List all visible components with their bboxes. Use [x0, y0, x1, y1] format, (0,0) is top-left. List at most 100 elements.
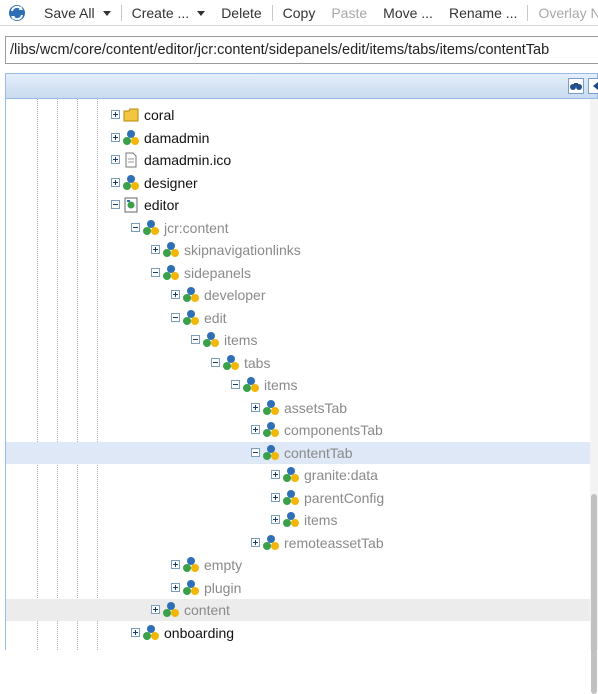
- tree-node-label[interactable]: editor: [144, 197, 179, 213]
- binoculars-icon[interactable]: [568, 78, 584, 94]
- scrollbar-thumb[interactable]: [591, 494, 597, 694]
- tree-node[interactable]: parentConfig: [6, 487, 598, 509]
- tree-node-label[interactable]: designer: [144, 175, 198, 191]
- create-button[interactable]: Create ...: [124, 1, 214, 25]
- file-icon: [122, 151, 140, 169]
- create-button-label: Create ...: [131, 4, 190, 21]
- tree-node-label[interactable]: items: [304, 512, 337, 528]
- tree-node[interactable]: contentTab: [6, 441, 598, 464]
- toolbar-items: Save All Create ... Delete Copy Paste Move ..…: [36, 1, 598, 25]
- expand-icon[interactable]: [251, 425, 260, 434]
- expand-icon[interactable]: [111, 177, 120, 187]
- tree-node-label[interactable]: developer: [204, 287, 266, 303]
- collapse-icon[interactable]: [111, 200, 120, 209]
- tree-node[interactable]: tabs: [6, 352, 598, 374]
- expand-icon[interactable]: [171, 560, 180, 569]
- chevron-down-icon[interactable]: [102, 11, 111, 17]
- tree-node[interactable]: edit: [6, 307, 598, 329]
- node-icon: [182, 286, 200, 304]
- tree-node[interactable]: items: [6, 374, 598, 396]
- tree-node-label[interactable]: items: [264, 377, 297, 393]
- tree-node[interactable]: damadmin.ico: [6, 149, 598, 171]
- tree-node-label[interactable]: damadmin.ico: [144, 152, 231, 168]
- paste-button[interactable]: Paste: [323, 1, 375, 25]
- tree-node-label[interactable]: coral: [144, 107, 174, 123]
- collapse-icon[interactable]: [171, 312, 180, 322]
- tree-node-label[interactable]: empty: [204, 557, 242, 573]
- node-icon: [182, 556, 200, 574]
- copy-button[interactable]: Copy: [275, 1, 324, 25]
- tree-node[interactable]: items: [6, 509, 598, 531]
- expand-icon[interactable]: [131, 627, 140, 637]
- tree-node[interactable]: plugin: [6, 577, 598, 599]
- delete-button[interactable]: Delete: [213, 1, 269, 25]
- tree-node-label[interactable]: componentsTab: [284, 422, 383, 438]
- tree-node-label[interactable]: onboarding: [164, 625, 234, 641]
- tree-node[interactable]: remoteassetTab: [6, 532, 598, 554]
- app-logo-icon[interactable]: [7, 3, 27, 23]
- node-icon: [262, 399, 280, 417]
- node-icon: [122, 174, 140, 192]
- tree-node-label[interactable]: jcr:content: [164, 220, 229, 236]
- tree-node-label[interactable]: damadmin: [144, 130, 209, 146]
- expand-icon[interactable]: [111, 155, 120, 164]
- node-icon: [122, 129, 140, 147]
- tree-node-label[interactable]: granite:data: [304, 467, 378, 483]
- collapse-icon[interactable]: [191, 335, 200, 344]
- tree-node[interactable]: content: [6, 599, 598, 621]
- tree-node-label[interactable]: edit: [204, 310, 227, 326]
- expand-icon[interactable]: [171, 290, 180, 299]
- tree-node[interactable]: sidepanels: [6, 262, 598, 284]
- tree-node[interactable]: jcr:content: [6, 217, 598, 239]
- tree-node[interactable]: editor: [6, 194, 598, 216]
- collapse-icon[interactable]: [131, 222, 140, 232]
- tree-node-label[interactable]: assetsTab: [284, 400, 347, 416]
- tree-node[interactable]: coral: [6, 104, 598, 126]
- tree-node-label[interactable]: sidepanels: [184, 265, 251, 281]
- collapse-icon[interactable]: [231, 380, 240, 389]
- expand-icon[interactable]: [251, 537, 260, 547]
- tree-node-label[interactable]: parentConfig: [304, 490, 384, 506]
- tree-node[interactable]: onboarding: [6, 622, 598, 644]
- expand-icon[interactable]: [271, 515, 280, 524]
- save-all-button[interactable]: Save All: [36, 1, 119, 25]
- tree-node-label[interactable]: content: [184, 602, 230, 618]
- tree-node[interactable]: componentsTab: [6, 419, 598, 441]
- tree-node[interactable]: designer: [6, 172, 598, 194]
- expand-icon[interactable]: [151, 245, 160, 254]
- node-icon: [222, 354, 240, 372]
- path-input[interactable]: [5, 36, 598, 64]
- tree-node-label[interactable]: skipnavigationlinks: [184, 242, 301, 258]
- tree-node[interactable]: damadmin: [6, 127, 598, 149]
- tree-node[interactable]: skipnavigationlinks: [6, 239, 598, 261]
- tree-node[interactable]: assetsTab: [6, 397, 598, 419]
- collapse-icon[interactable]: [251, 447, 260, 457]
- collapse-icon[interactable]: [151, 267, 160, 277]
- tree-node[interactable]: items: [6, 329, 598, 351]
- expand-icon[interactable]: [111, 132, 120, 142]
- chevron-down-icon[interactable]: [197, 11, 206, 17]
- collapse-icon[interactable]: [211, 357, 220, 367]
- tree-node-label[interactable]: plugin: [204, 580, 241, 596]
- toolbar-separator: [120, 4, 122, 21]
- tree-node[interactable]: granite:data: [6, 464, 598, 486]
- expand-icon[interactable]: [111, 110, 120, 119]
- tree-node-label[interactable]: items: [224, 332, 257, 348]
- page-icon: [122, 196, 140, 214]
- rename-button[interactable]: Rename ...: [441, 1, 525, 25]
- collapse-panel-icon[interactable]: [588, 78, 598, 94]
- tree-node[interactable]: empty: [6, 554, 598, 576]
- tree-node[interactable]: developer: [6, 284, 598, 306]
- tree-scrollbar[interactable]: [590, 99, 598, 694]
- tree-node-label[interactable]: contentTab: [284, 445, 353, 461]
- expand-icon[interactable]: [271, 470, 280, 479]
- toolbar-separator: [271, 4, 273, 21]
- tree-node-label[interactable]: remoteassetTab: [284, 535, 384, 551]
- expand-icon[interactable]: [271, 492, 280, 502]
- expand-icon[interactable]: [151, 605, 160, 614]
- tree-node-label[interactable]: tabs: [244, 355, 270, 371]
- overlay-node-button[interactable]: Overlay N: [530, 1, 598, 25]
- expand-icon[interactable]: [171, 582, 180, 592]
- expand-icon[interactable]: [251, 402, 260, 412]
- move-button[interactable]: Move ...: [375, 1, 441, 25]
